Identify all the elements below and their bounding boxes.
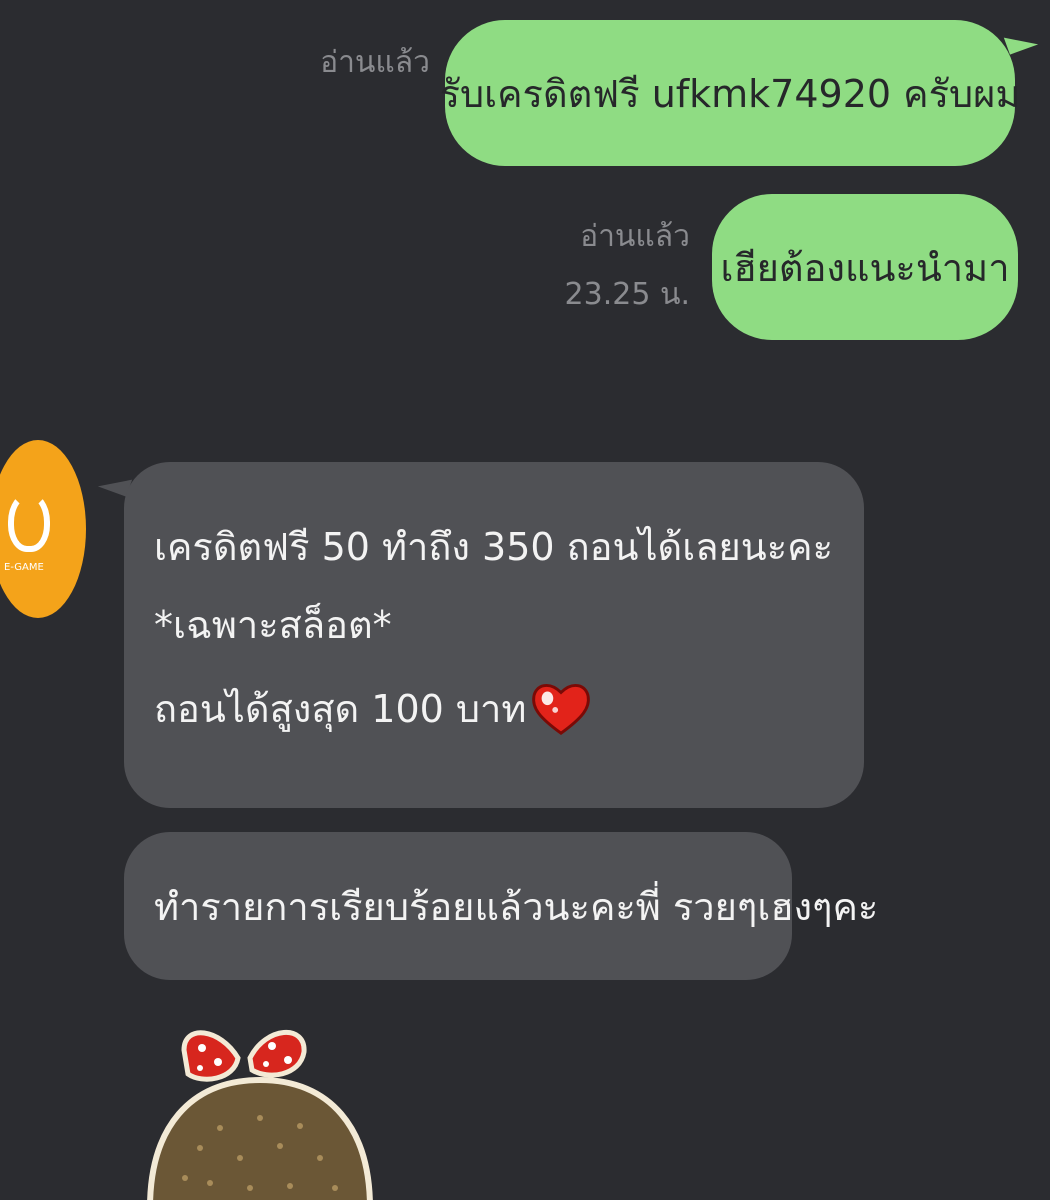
message-line: เครดิตฟรี 50 ทำถึง 350 ถอนได้เลยนะคะ bbox=[154, 510, 864, 582]
outgoing-message-bubble[interactable]: เฮียต้องแนะนำมา bbox=[712, 194, 1018, 340]
heart-icon bbox=[532, 684, 591, 735]
message-text: รับเครดิตฟรี ufkmk74920 ครับผม bbox=[439, 71, 1021, 116]
outgoing-message-bubble[interactable]: รับเครดิตฟรี ufkmk74920 ครับผม bbox=[440, 20, 1020, 166]
sticker-image[interactable] bbox=[140, 1018, 380, 1200]
message-text: *เฉพาะสล็อต* bbox=[154, 602, 392, 647]
incoming-message-bubble[interactable]: เครดิตฟรี 50 ทำถึง 350 ถอนได้เลยนะคะ *เฉ… bbox=[124, 462, 864, 808]
flame-logo-icon bbox=[8, 492, 50, 552]
message-text: เครดิตฟรี 50 ทำถึง 350 ถอนได้เลยนะคะ bbox=[154, 524, 833, 569]
incoming-message-bubble[interactable]: ทำรายการเรียบร้อยแล้วนะคะพี่ รวยๆเฮงๆคะ bbox=[124, 832, 878, 980]
message-line: *เฉพาะสล็อต* bbox=[154, 582, 864, 666]
chat-conversation[interactable]: อ่านแล้ว รับเครดิตฟรี ufkmk74920 ครับผม … bbox=[0, 0, 1050, 1200]
message-line: ถอนได้สูงสุด 100 บาท bbox=[154, 666, 864, 750]
read-status-label: อ่านแล้ว bbox=[580, 219, 690, 254]
message-text: เฮียต้องแนะนำมา bbox=[720, 245, 1010, 290]
sender-avatar[interactable]: E-GAME bbox=[0, 440, 86, 618]
message-text: ทำรายการเรียบร้อยแล้วนะคะพี่ รวยๆเฮงๆคะ bbox=[154, 884, 879, 929]
read-status-label: อ่านแล้ว bbox=[320, 45, 430, 80]
message-text: ถอนได้สูงสุด 100 บาท bbox=[154, 686, 527, 731]
bubble-tail bbox=[1003, 27, 1039, 55]
read-receipt: อ่านแล้ว 23.25 น. bbox=[540, 218, 690, 313]
avatar-label: E-GAME bbox=[4, 562, 44, 573]
message-timestamp: 23.25 น. bbox=[564, 276, 690, 312]
read-receipt: อ่านแล้ว bbox=[300, 44, 430, 82]
